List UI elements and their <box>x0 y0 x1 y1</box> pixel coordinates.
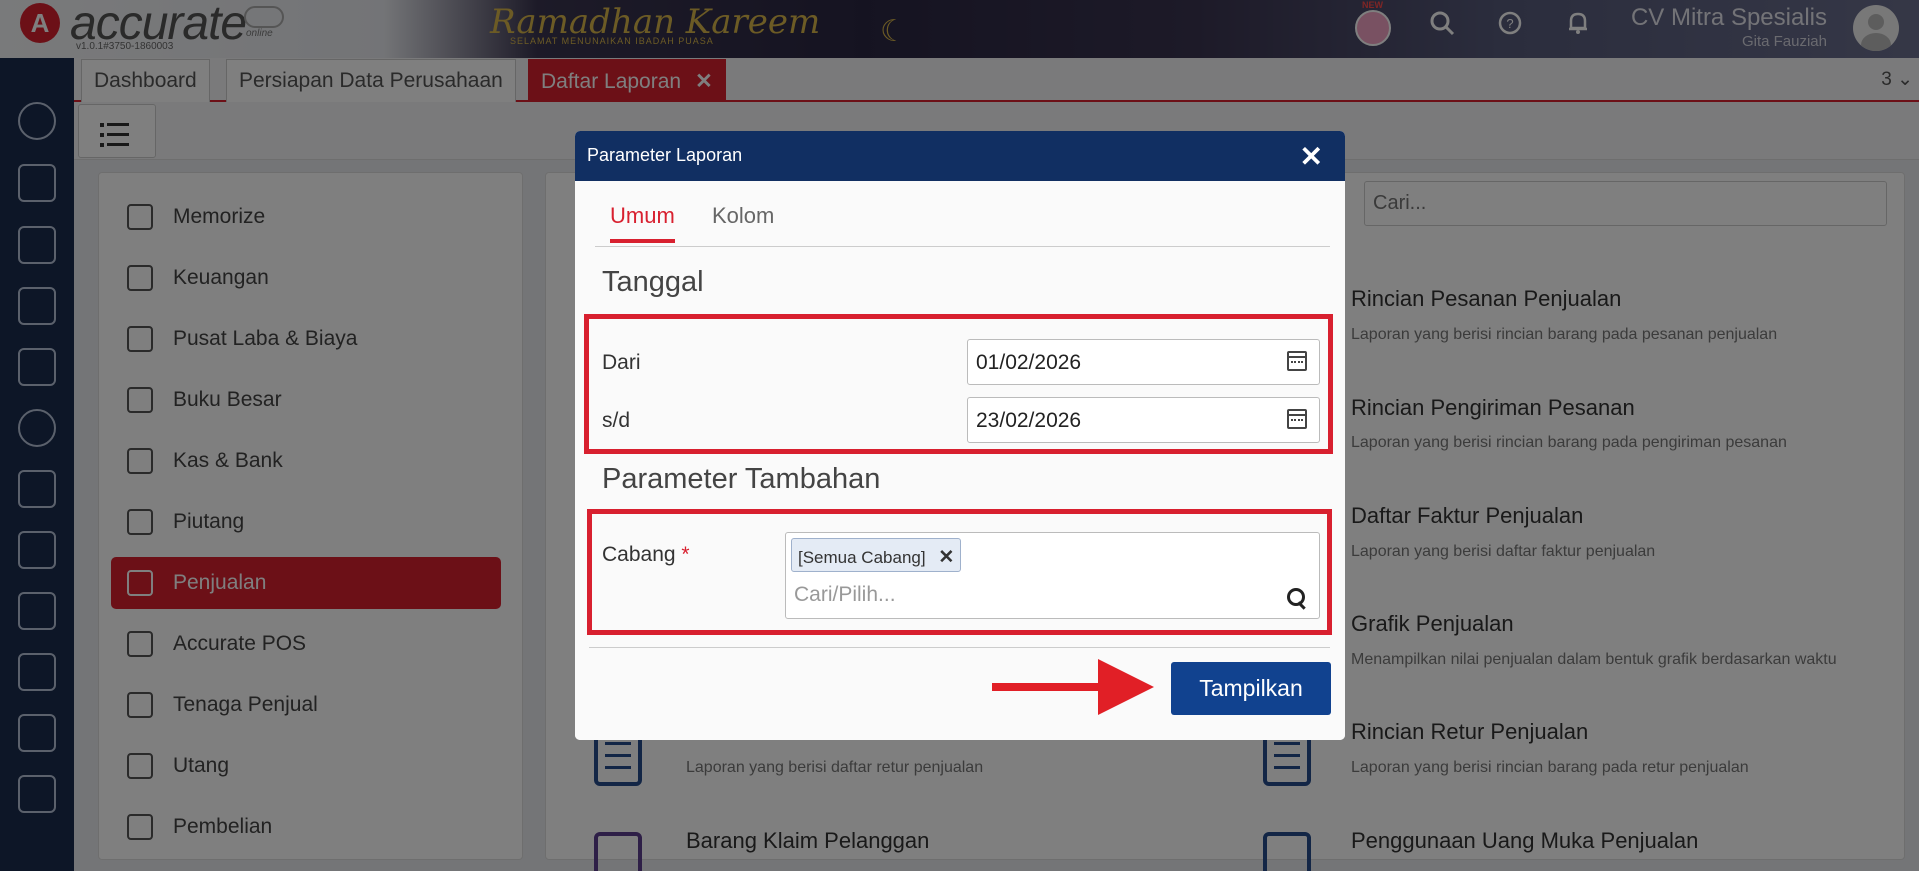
annotation-arrow-head <box>1098 659 1154 715</box>
search-icon[interactable] <box>1287 588 1309 610</box>
tab-divider <box>595 246 1330 247</box>
from-date-field[interactable]: 01/02/2026 <box>967 339 1320 385</box>
branch-select[interactable]: [Semua Cabang] ✕ Cari/Pilih... <box>785 532 1320 619</box>
section-parameter-tambahan: Parameter Tambahan <box>602 463 881 495</box>
tab-umum[interactable]: Umum <box>610 203 675 243</box>
from-date-value: 01/02/2026 <box>976 351 1082 374</box>
show-report-button[interactable]: Tampilkan <box>1171 662 1331 715</box>
branch-search-placeholder[interactable]: Cari/Pilih... <box>794 583 896 607</box>
report-parameter-dialog: Parameter Laporan ✕ Umum Kolom Tanggal D… <box>575 131 1345 740</box>
dialog-title: Parameter Laporan <box>587 145 743 165</box>
remove-chip-icon[interactable]: ✕ <box>938 547 954 568</box>
branch-chip-label: [Semua Cabang] <box>798 548 926 567</box>
dialog-header: Parameter Laporan ✕ <box>575 131 1345 181</box>
calendar-icon[interactable] <box>1287 351 1307 371</box>
calendar-icon[interactable] <box>1287 409 1307 429</box>
from-label: Dari <box>602 351 641 374</box>
branch-chip[interactable]: [Semua Cabang] ✕ <box>791 538 962 572</box>
to-label: s/d <box>602 409 631 432</box>
required-marker: * <box>681 543 690 566</box>
branch-label-text: Cabang <box>602 543 676 566</box>
close-icon[interactable]: ✕ <box>1300 140 1323 173</box>
dialog-body: Umum Kolom Tanggal Dari 01/02/2026 s/d 2… <box>575 181 1345 740</box>
footer-divider <box>589 647 1330 648</box>
section-tanggal: Tanggal <box>602 266 704 298</box>
to-date-value: 23/02/2026 <box>976 409 1082 432</box>
tab-kolom[interactable]: Kolom <box>712 203 774 239</box>
to-date-field[interactable]: 23/02/2026 <box>967 397 1320 443</box>
branch-label: Cabang * <box>602 543 690 567</box>
annotation-arrow <box>992 683 1102 691</box>
